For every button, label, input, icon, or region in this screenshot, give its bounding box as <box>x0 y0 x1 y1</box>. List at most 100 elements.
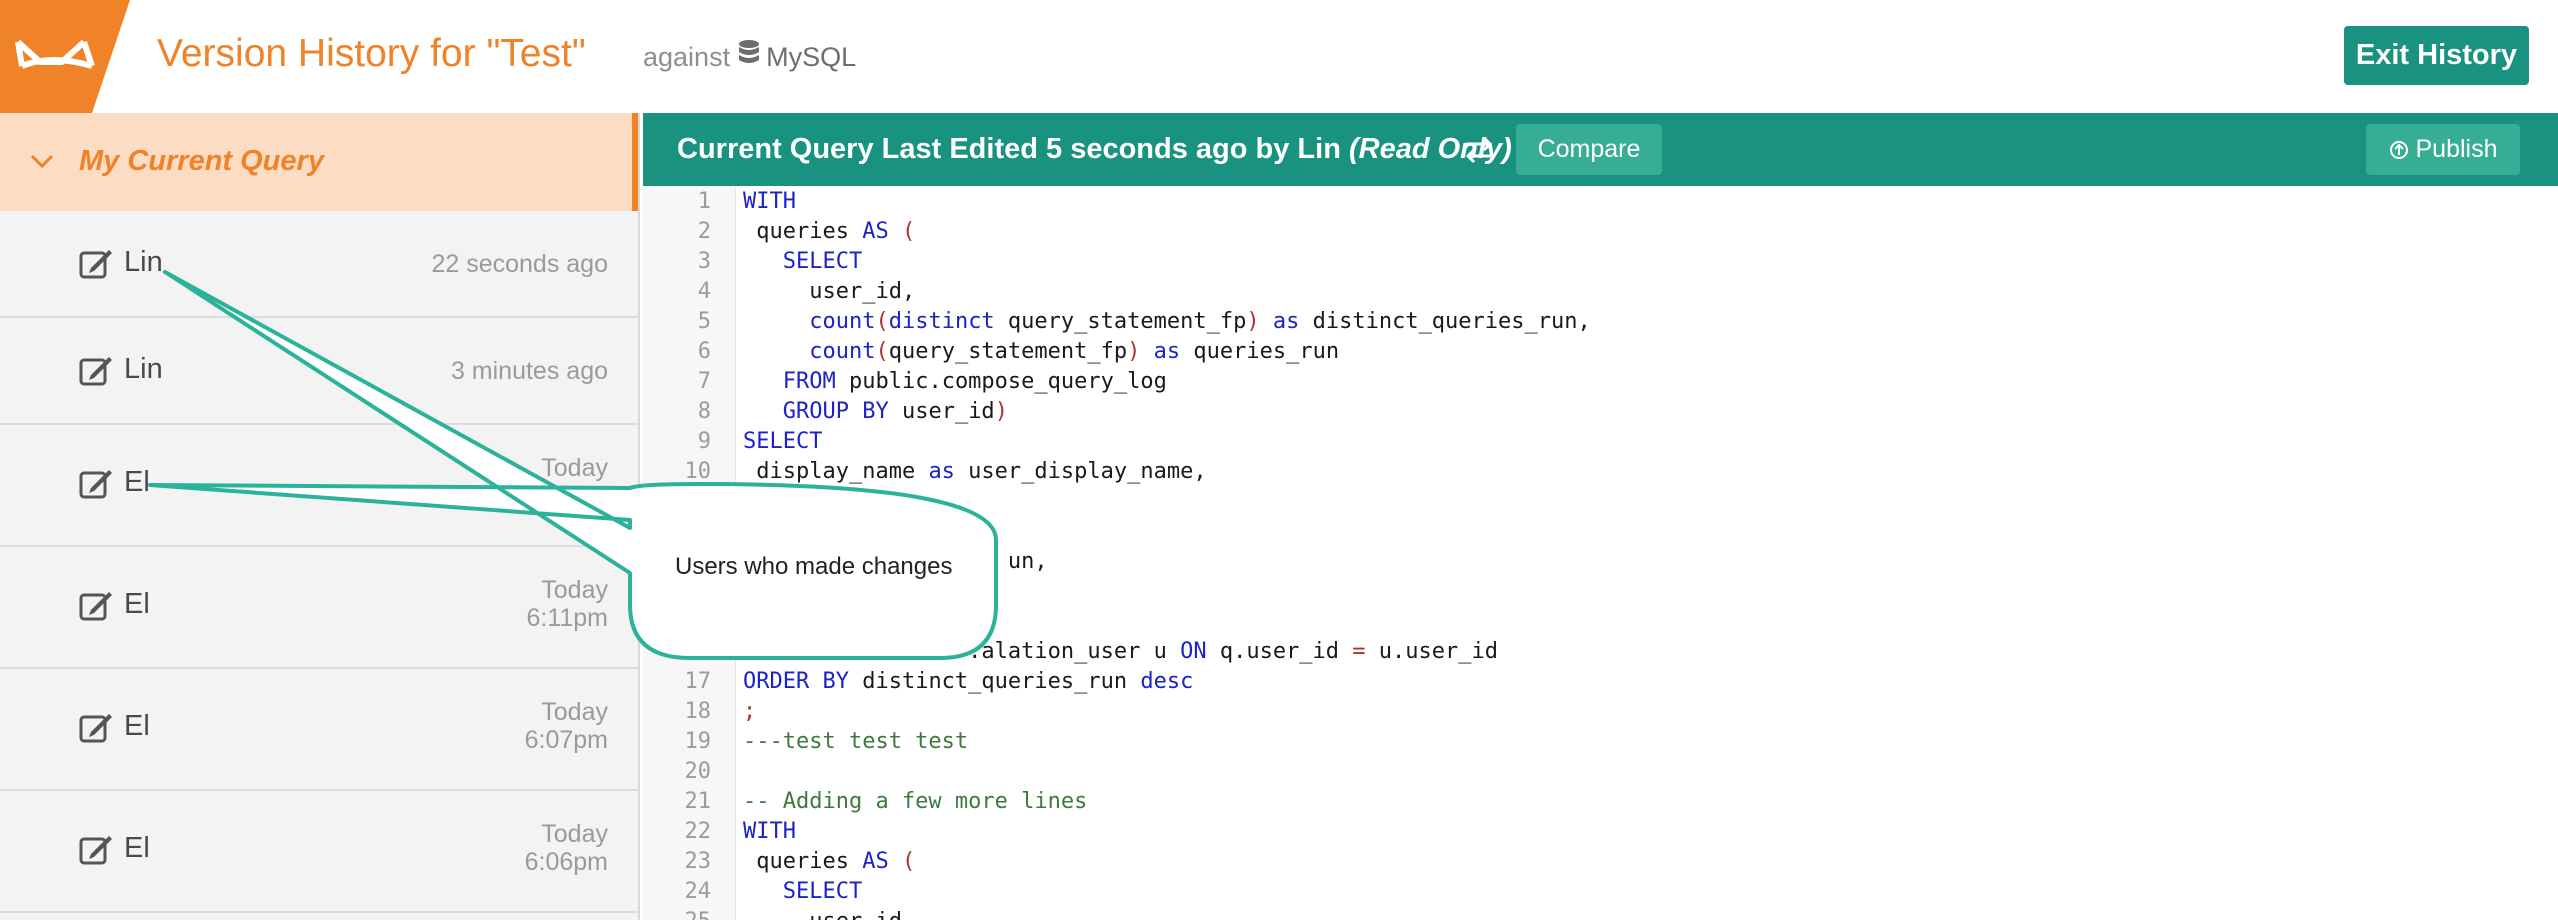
code-text: queries AS ( <box>743 849 916 874</box>
version-time: Today 6:07pm <box>525 698 608 754</box>
code-line: 23 queries AS ( <box>643 847 2558 877</box>
publish-label: Publish <box>2415 135 2498 163</box>
line-number: 1 <box>697 189 711 214</box>
version-item[interactable]: El Today 6:06pm <box>0 791 638 913</box>
line-number: 3 <box>697 249 711 274</box>
page-title: Version History for "Test" <box>157 32 586 75</box>
line-number: 20 <box>684 759 712 784</box>
line-number: 11 <box>684 489 712 514</box>
code-text: .alation_user u ON q.user_id = u.user_id <box>743 639 1498 664</box>
code-line: 9 SELECT <box>643 427 2558 457</box>
line-number: 5 <box>697 309 711 334</box>
version-author: El <box>124 710 150 742</box>
line-number: 9 <box>697 429 711 454</box>
line-number: 7 <box>697 369 711 394</box>
code-line: 2 queries AS ( <box>643 217 2558 247</box>
line-number: 16 <box>684 639 712 664</box>
database-name: MySQL <box>766 42 857 72</box>
code-text: user_id, <box>743 907 915 920</box>
line-number: 15 <box>684 609 712 634</box>
line-number: 19 <box>684 729 712 754</box>
code-text: display_name as user_display_name, <box>743 459 1207 484</box>
version-item[interactable]: Lin 22 seconds ago <box>0 211 638 318</box>
line-number: 18 <box>684 699 712 724</box>
code-line: 1 WITH <box>643 187 2558 217</box>
current-query-item[interactable]: My Current Query <box>0 113 638 211</box>
code-line: 21 -- Adding a few more lines <box>643 787 2558 817</box>
edit-icon <box>79 355 113 392</box>
code-text: GROUP BY user_id) <box>782 399 1008 424</box>
line-number: 22 <box>684 819 712 844</box>
line-number: 4 <box>697 279 711 304</box>
version-author: El <box>124 588 150 620</box>
version-author: Lin <box>124 246 163 278</box>
code-line: 19 ---test test test <box>643 727 2558 757</box>
publish-icon <box>2389 140 2408 159</box>
version-date: Today <box>541 454 608 482</box>
code-line: 18; <box>643 697 2558 727</box>
swap-icon[interactable] <box>1463 135 1495 170</box>
line-number: 17 <box>684 669 712 694</box>
code-text: WITH <box>743 819 796 844</box>
code-line: 7 FROM public.compose_query_log <box>643 367 2558 397</box>
compare-button[interactable]: Compare <box>1516 124 1662 175</box>
code-line: 15 <box>643 607 2558 637</box>
version-date: Today <box>541 820 608 848</box>
code-line: 4 user_id, <box>643 277 2558 307</box>
line-number: 8 <box>697 399 711 424</box>
version-author: Lin <box>124 353 163 385</box>
code-line: 14 <box>643 577 2558 607</box>
code-line: 6 count(query_statement_fp) as queries_r… <box>643 337 2558 367</box>
against-label: against <box>643 42 731 72</box>
code-text: ---test test test <box>743 729 969 754</box>
code-line: 12 <box>643 517 2558 547</box>
code-line: 20 <box>643 757 2558 787</box>
edit-icon <box>79 248 113 285</box>
code-line: 10 display_name as user_display_name, <box>643 457 2558 487</box>
code-line: 24 SELECT <box>643 877 2558 907</box>
code-text: -- Adding a few more lines <box>743 789 1088 814</box>
version-author: El <box>124 832 150 864</box>
line-number: 21 <box>684 789 712 814</box>
code-line: 11 <box>643 487 2558 517</box>
publish-button[interactable]: Publish <box>2366 124 2520 175</box>
code-text: user_id, <box>743 279 916 304</box>
version-author: El <box>124 466 150 498</box>
exit-history-button[interactable]: Exit History <box>2344 26 2529 85</box>
version-clock: 6:07pm <box>524 726 608 754</box>
version-item[interactable]: Lin 3 minutes ago <box>0 318 638 425</box>
version-date: Today <box>541 576 608 604</box>
version-sidebar: My Current Query Lin 22 seconds ago Lin … <box>0 113 640 920</box>
version-item[interactable]: El Today 6:11pm <box>0 547 638 669</box>
line-number: 6 <box>697 339 711 364</box>
version-item[interactable]: El Today 6:07pm <box>0 669 638 791</box>
code-line: 8 GROUP BY user_id) <box>643 397 2558 427</box>
code-line: 16 .alation_user u ON q.user_id = u.user… <box>643 637 2558 667</box>
code-text: FROM public.compose_query_log <box>782 369 1167 394</box>
chevron-down-icon[interactable] <box>27 146 57 181</box>
version-item[interactable]: El Today 6:24pm <box>0 425 638 547</box>
code-text: count(query_statement_fp) as queries_run <box>809 339 1340 364</box>
query-status-title: Current Query Last Edited 5 seconds ago … <box>677 133 1512 166</box>
database-indicator: against MySQL <box>643 40 856 75</box>
version-time: Today 6:11pm <box>526 576 608 632</box>
version-clock: 6:24pm <box>524 482 608 510</box>
version-clock: 6:11pm <box>526 604 608 632</box>
current-query-label: My Current Query <box>79 145 324 177</box>
line-number: 2 <box>697 219 711 244</box>
code-text: SELECT <box>782 249 863 274</box>
code-text: count(distinct query_statement_fp) as di… <box>809 309 1591 334</box>
code-line: 5 count(distinct query_statement_fp) as … <box>643 307 2558 337</box>
code-text: ORDER BY distinct_queries_run desc <box>743 669 1194 694</box>
logo <box>0 0 130 113</box>
query-status-text: Current Query Last Edited 5 seconds ago … <box>677 133 1341 165</box>
edit-icon <box>79 712 113 749</box>
edit-icon <box>79 590 113 627</box>
callout-text: Users who made changes <box>675 553 953 580</box>
code-line: 17 ORDER BY distinct_queries_run desc <box>643 667 2558 697</box>
code-line: 22 WITH <box>643 817 2558 847</box>
code-text: queries AS ( <box>743 219 916 244</box>
line-number: 24 <box>684 879 712 904</box>
code-text: SELECT <box>782 879 863 904</box>
version-clock: 6:06pm <box>524 848 608 876</box>
